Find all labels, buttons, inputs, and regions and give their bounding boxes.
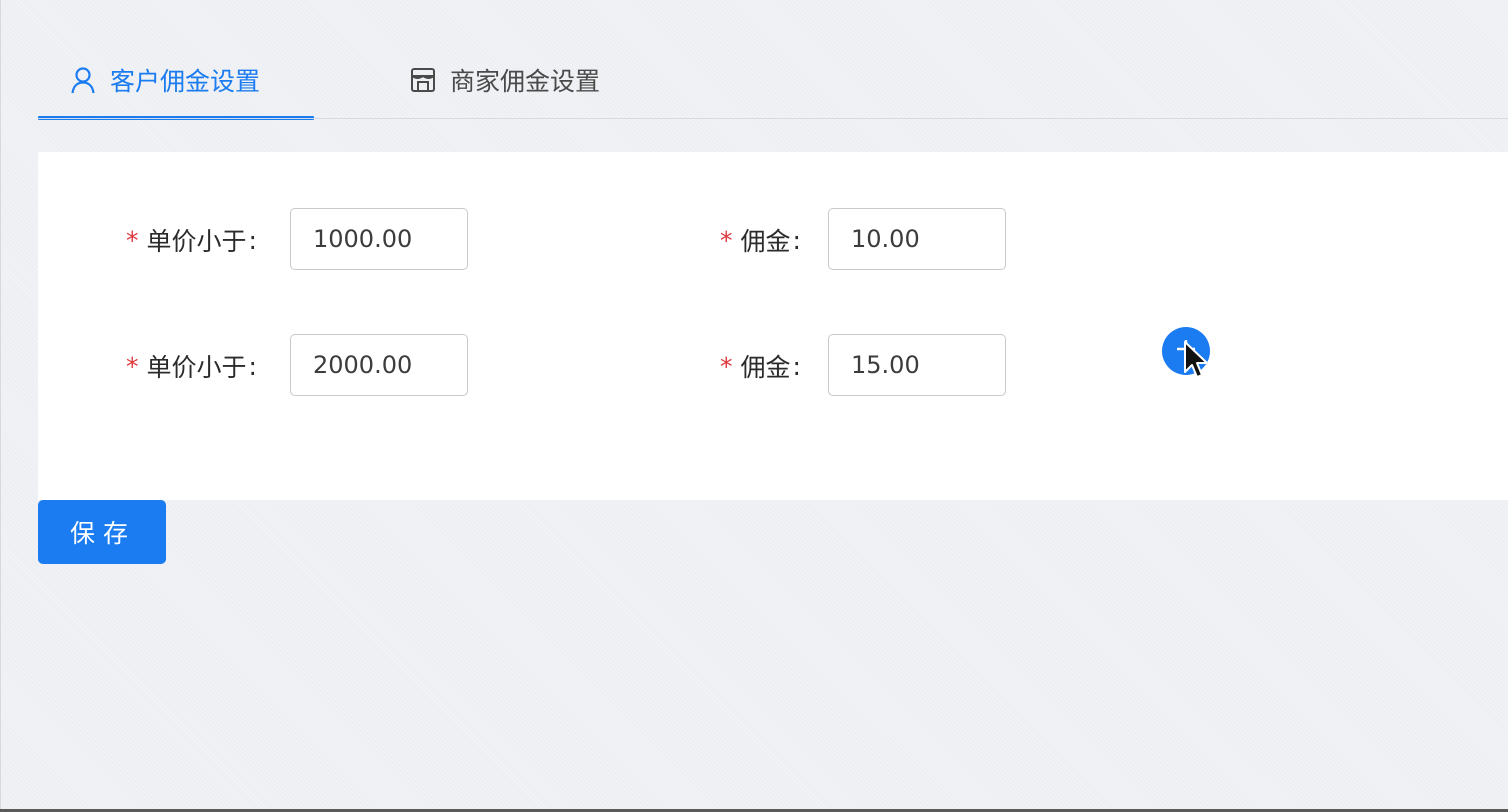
commission-input-row-2[interactable] — [828, 334, 1006, 396]
commission-label-text: 佣金 — [740, 227, 791, 256]
tab-customer-label: 客户佣金设置 — [110, 67, 261, 96]
label-colon: : — [248, 225, 257, 255]
label-colon: : — [792, 225, 801, 255]
price-input-row-1[interactable] — [290, 208, 468, 270]
required-mark: * — [720, 351, 733, 381]
required-mark: * — [126, 225, 139, 255]
price-label-text: 单价小于 — [146, 227, 247, 256]
tab-customer-commission[interactable]: 客户佣金设置 — [70, 58, 260, 102]
price-label-row-1: * 单价小于 : — [126, 208, 257, 272]
tab-divider — [38, 118, 1508, 119]
commission-label-row-1: * 佣金 : — [720, 208, 801, 272]
store-icon — [410, 67, 436, 93]
tab-merchant-commission[interactable]: 商家佣金设置 — [410, 58, 600, 102]
frame-left-border — [0, 0, 1, 812]
save-button[interactable]: 保存 — [38, 500, 166, 564]
required-mark: * — [126, 351, 139, 381]
label-colon: : — [248, 351, 257, 381]
commission-label-row-2: * 佣金 : — [720, 334, 801, 398]
add-row-button[interactable] — [1162, 327, 1210, 375]
tab-bar: 客户佣金设置 商家佣金设置 — [38, 40, 1508, 120]
price-input-row-2[interactable] — [290, 334, 468, 396]
commission-input-row-1[interactable] — [828, 208, 1006, 270]
user-icon — [70, 66, 96, 94]
required-mark: * — [720, 225, 733, 255]
label-colon: : — [792, 351, 801, 381]
commission-label-text: 佣金 — [740, 353, 791, 382]
commission-form-panel: * 单价小于 : * 佣金 : * 单价小于 : * 佣金 : — [38, 152, 1508, 500]
price-label-row-2: * 单价小于 : — [126, 334, 257, 398]
tab-merchant-label: 商家佣金设置 — [450, 67, 601, 96]
plus-icon — [1175, 338, 1197, 364]
price-label-text: 单价小于 — [146, 353, 247, 382]
